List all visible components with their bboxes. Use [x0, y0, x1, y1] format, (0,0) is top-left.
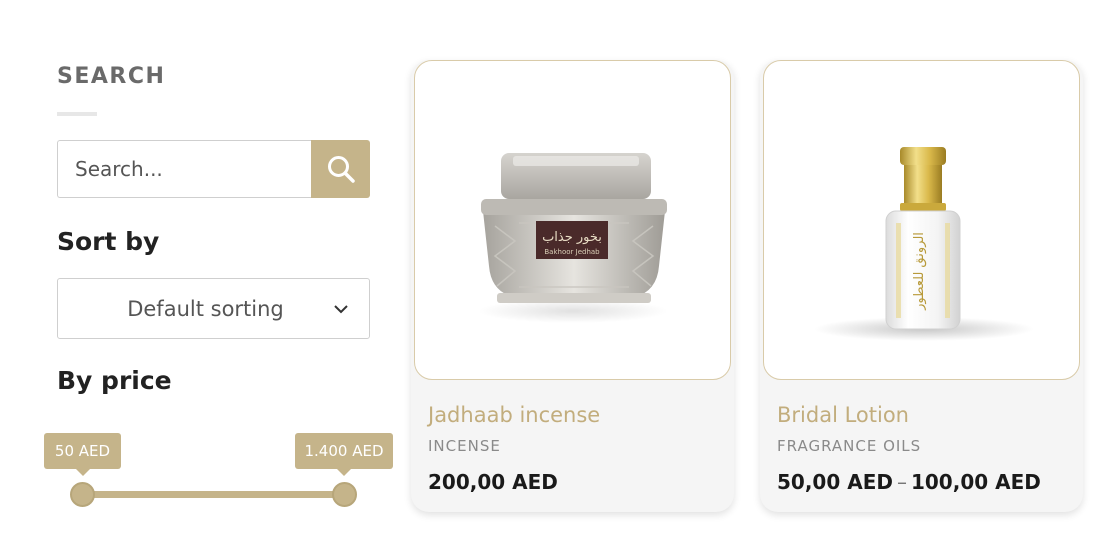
price-to: 100,00 AED: [910, 470, 1041, 494]
product-card[interactable]: بخور جذاب Bakhoor Jedhab Jadhaab incense…: [411, 60, 734, 512]
product-price: 200,00 AED: [428, 470, 558, 494]
search-icon: [327, 156, 355, 183]
price-min-tooltip: 50 AED: [44, 433, 121, 476]
price-range-separator: –: [896, 470, 907, 494]
chevron-down-icon: [313, 304, 369, 314]
sort-dropdown[interactable]: Default sorting: [57, 278, 370, 339]
perfume-oil-bottle-image: الرونق للعطور: [814, 147, 1034, 341]
price-filter-title: By price: [57, 366, 172, 395]
sort-selected-value: Default sorting: [127, 296, 284, 321]
search-form: [57, 140, 370, 198]
product-image[interactable]: بخور جذاب Bakhoor Jedhab: [414, 60, 731, 380]
product-category: INCENSE: [428, 437, 501, 455]
product-image[interactable]: الرونق للعطور: [763, 60, 1080, 380]
jar-label-arabic: بخور جذاب: [542, 230, 602, 245]
search-button[interactable]: [311, 140, 370, 198]
product-price-range: 50,00 AED –100,00 AED: [777, 470, 1041, 494]
bottle-label-arabic: الرونق للعطور: [912, 232, 927, 311]
search-input[interactable]: [57, 140, 311, 198]
price-slider-max-handle[interactable]: [332, 482, 357, 507]
product-category: FRAGRANCE OILS: [777, 437, 922, 455]
sort-by-title: Sort by: [57, 227, 160, 256]
title-underline-divider: [57, 112, 97, 116]
price-from: 50,00 AED: [777, 470, 893, 494]
shop-sidebar: SEARCH Sort by Default sorting By price …: [44, 0, 393, 550]
product-name[interactable]: Jadhaab incense: [428, 403, 600, 427]
incense-jar-image: بخور جذاب Bakhoor Jedhab: [478, 153, 668, 323]
price-slider-track[interactable]: [82, 491, 344, 498]
jar-label-latin: Bakhoor Jedhab: [544, 248, 600, 256]
product-card[interactable]: الرونق للعطور Bridal Lotion FRAGRANCE OI…: [760, 60, 1083, 512]
price-slider-min-handle[interactable]: [70, 482, 95, 507]
product-name[interactable]: Bridal Lotion: [777, 403, 909, 427]
search-widget-title: SEARCH: [57, 64, 166, 89]
price-max-tooltip: 1.400 AED: [295, 433, 393, 476]
